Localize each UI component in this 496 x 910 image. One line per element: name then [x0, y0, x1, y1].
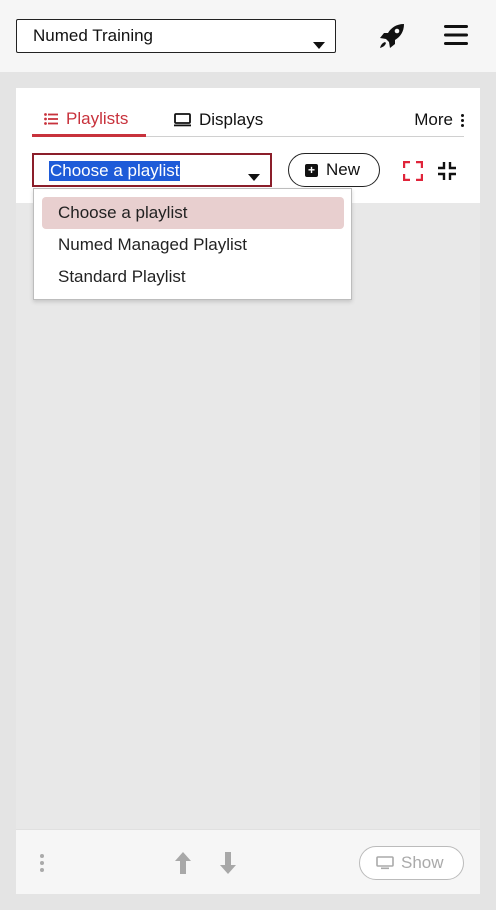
- playlist-panel: Playlists Displays More Choose a playlis…: [16, 88, 480, 894]
- vertical-dots-icon[interactable]: [40, 854, 44, 872]
- tab-playlists-label: Playlists: [66, 109, 129, 128]
- organization-select-value: Numed Training: [33, 26, 154, 45]
- new-button-label: New: [326, 160, 361, 179]
- panel-header: Playlists Displays More Choose a playlis…: [16, 88, 480, 203]
- tab-displays[interactable]: Displays: [158, 104, 268, 136]
- rocket-icon[interactable]: [378, 22, 406, 50]
- top-bar: Numed Training: [0, 0, 496, 72]
- tab-displays-label: Displays: [199, 110, 264, 129]
- show-button[interactable]: Show: [359, 846, 464, 880]
- chevron-down-icon: [313, 34, 325, 54]
- expand-icon[interactable]: [402, 160, 424, 182]
- more-label: More: [414, 110, 453, 129]
- tab-bar: Playlists Displays More: [32, 104, 464, 137]
- hamburger-menu-icon[interactable]: [443, 23, 469, 47]
- playlist-option[interactable]: Standard Playlist: [42, 261, 344, 293]
- list-icon: [44, 113, 58, 125]
- new-playlist-button[interactable]: + New: [288, 153, 380, 187]
- tab-playlists[interactable]: Playlists: [32, 104, 146, 137]
- more-menu-button[interactable]: More: [414, 104, 464, 136]
- plus-square-icon: +: [305, 163, 318, 177]
- vertical-dots-icon: [461, 113, 464, 127]
- arrow-up-icon[interactable]: [174, 851, 192, 875]
- panel-footer: Show: [16, 829, 480, 894]
- playlist-dropdown-list: Choose a playlist Numed Managed Playlist…: [33, 188, 352, 300]
- monitor-icon: [174, 113, 191, 127]
- arrow-down-icon[interactable]: [219, 851, 237, 875]
- playlist-option[interactable]: Choose a playlist: [42, 197, 344, 229]
- playlist-option[interactable]: Numed Managed Playlist: [42, 229, 344, 261]
- playlist-select[interactable]: Choose a playlist: [32, 153, 272, 187]
- monitor-icon: [376, 856, 394, 870]
- playlist-select-value: Choose a playlist: [49, 161, 181, 181]
- show-button-label: Show: [401, 853, 444, 872]
- organization-select[interactable]: Numed Training: [16, 19, 336, 53]
- chevron-down-icon: [248, 168, 260, 186]
- compress-icon[interactable]: [437, 161, 457, 181]
